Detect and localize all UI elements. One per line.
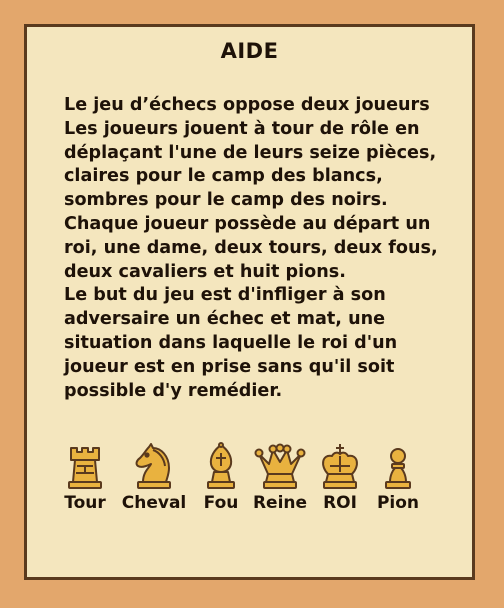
pawn-icon — [385, 448, 411, 489]
piece-label: Reine — [252, 493, 308, 513]
piece-cheval: Cheval — [118, 442, 190, 513]
queen-icon — [254, 443, 306, 489]
piece-tour: Tour — [57, 442, 113, 513]
piece-pion: Pion — [371, 442, 425, 513]
piece-fou: Fou — [197, 442, 245, 513]
piece-label: Tour — [64, 493, 106, 513]
bishop-icon — [207, 442, 235, 489]
help-paragraph-1: Le jeu d’échecs oppose deux joueurs Les … — [64, 95, 438, 282]
piece-roi: ROI — [313, 442, 367, 513]
help-title: AIDE — [220, 39, 279, 63]
piece-label: ROI — [323, 493, 357, 513]
help-paragraph-2: Le but du jeu est d'infliger à son adver… — [64, 285, 398, 401]
piece-label: Pion — [376, 493, 420, 513]
rook-icon — [68, 447, 102, 489]
piece-reine: Reine — [249, 442, 311, 513]
pieces-legend: Tour Cheval Fou Reine ROI Pion — [27, 442, 472, 522]
piece-label: Fou — [203, 493, 239, 513]
piece-label: Cheval — [121, 493, 187, 513]
help-panel: AIDE Le jeu d’échecs oppose deux joueurs… — [24, 24, 475, 580]
knight-icon — [135, 443, 171, 489]
king-icon — [322, 444, 358, 489]
help-text: Le jeu d’échecs oppose deux joueurs Les … — [64, 94, 464, 403]
